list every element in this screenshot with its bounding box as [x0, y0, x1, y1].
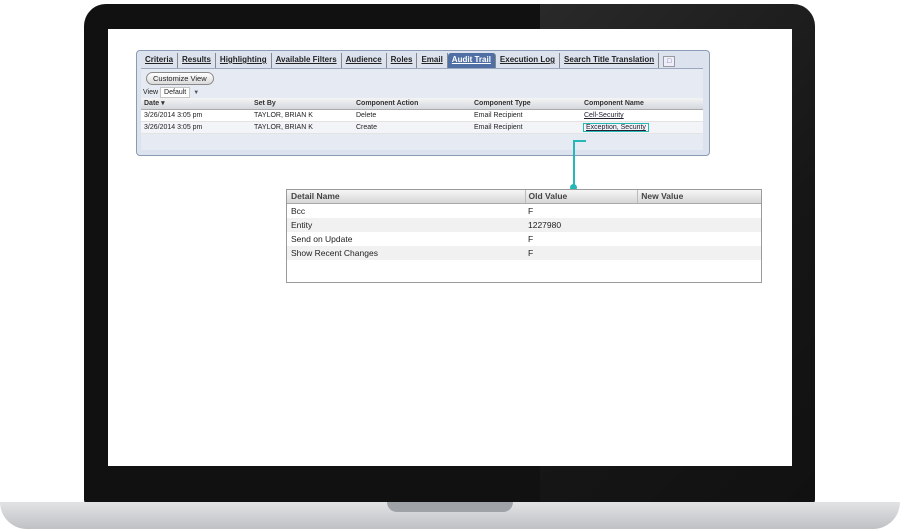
detail-row: Bcc F: [287, 204, 761, 218]
column-detail-name[interactable]: Detail Name: [287, 190, 526, 203]
column-component-name[interactable]: Component Name: [584, 98, 700, 109]
tab-highlighting[interactable]: Highlighting: [216, 53, 272, 68]
cell-action: Delete: [356, 112, 377, 119]
component-name-link-highlighted[interactable]: Exception, Security: [583, 123, 649, 132]
cell-type: Email Recipient: [474, 112, 523, 119]
column-new-value[interactable]: New Value: [638, 190, 761, 203]
cell-date: 3/26/2014 3:05 pm: [144, 112, 203, 119]
column-component-type[interactable]: Component Type: [474, 98, 584, 109]
laptop-notch: [387, 502, 513, 512]
detail-panel: Detail Name Old Value New Value Bcc F En…: [286, 189, 762, 283]
new-value: [637, 218, 760, 232]
new-value: [637, 246, 760, 260]
column-set-by[interactable]: Set By: [254, 98, 356, 109]
table-row[interactable]: 3/26/2014 3:05 pm TAYLOR, BRIAN K Delete…: [141, 110, 703, 122]
audit-grid: Date ▾ Set By Component Action Component…: [141, 98, 703, 134]
chevron-down-icon[interactable]: ▼: [193, 90, 199, 96]
tab-execution-log[interactable]: Execution Log: [496, 53, 561, 68]
detail-header: Detail Name Old Value New Value: [287, 190, 761, 204]
column-component-action[interactable]: Component Action: [356, 98, 474, 109]
view-selector: View Default ▼: [143, 87, 199, 98]
tab-email[interactable]: Email: [417, 53, 448, 68]
cell-action: Create: [356, 124, 378, 131]
tab-results[interactable]: Results: [178, 53, 216, 68]
tab-roles[interactable]: Roles: [387, 53, 418, 68]
detail-row: Entity 1227980: [287, 218, 761, 232]
tab-search-title-translation[interactable]: Search Title Translation: [560, 53, 660, 68]
old-value: F: [528, 206, 534, 216]
detail-name: Entity: [291, 220, 313, 230]
table-row[interactable]: 3/26/2014 3:05 pm TAYLOR, BRIAN K Create…: [141, 122, 703, 134]
detail-name: Send on Update: [291, 234, 353, 244]
tab-available-filters[interactable]: Available Filters: [272, 53, 342, 68]
cell-type: Email Recipient: [474, 124, 523, 131]
new-value: [637, 204, 760, 218]
report-panel: Criteria Results Highlighting Available …: [136, 50, 710, 156]
callout-line: [573, 140, 575, 186]
old-value: F: [528, 234, 534, 244]
detail-row: Show Recent Changes F: [287, 246, 761, 260]
component-name-link[interactable]: Cell-Security: [584, 112, 624, 119]
old-value: 1227980: [528, 220, 562, 230]
cell-date: 3/26/2014 3:05 pm: [144, 124, 203, 131]
audit-grid-header: Date ▾ Set By Component Action Component…: [141, 98, 703, 110]
close-icon[interactable]: □: [663, 56, 676, 67]
tab-audience[interactable]: Audience: [342, 53, 387, 68]
column-date[interactable]: Date ▾: [141, 98, 254, 109]
cell-set-by: TAYLOR, BRIAN K: [254, 124, 313, 131]
view-select[interactable]: Default: [160, 87, 191, 98]
detail-row: Send on Update F: [287, 232, 761, 246]
detail-name: Bcc: [291, 206, 306, 216]
customize-view-button[interactable]: Customize View: [146, 72, 214, 85]
view-label: View: [143, 89, 159, 96]
tab-criteria[interactable]: Criteria: [141, 53, 179, 68]
tab-bar: Criteria Results Highlighting Available …: [141, 53, 676, 68]
new-value: [637, 232, 760, 246]
tab-audit-trail[interactable]: Audit Trail: [447, 53, 496, 68]
cell-set-by: TAYLOR, BRIAN K: [254, 112, 313, 119]
old-value: F: [528, 248, 534, 258]
column-old-value[interactable]: Old Value: [526, 190, 639, 203]
laptop-screen: Criteria Results Highlighting Available …: [108, 29, 792, 466]
audit-trail-pane: Customize View View Default ▼ Date ▾ Set…: [141, 68, 703, 150]
detail-name: Show Recent Changes: [291, 248, 378, 258]
